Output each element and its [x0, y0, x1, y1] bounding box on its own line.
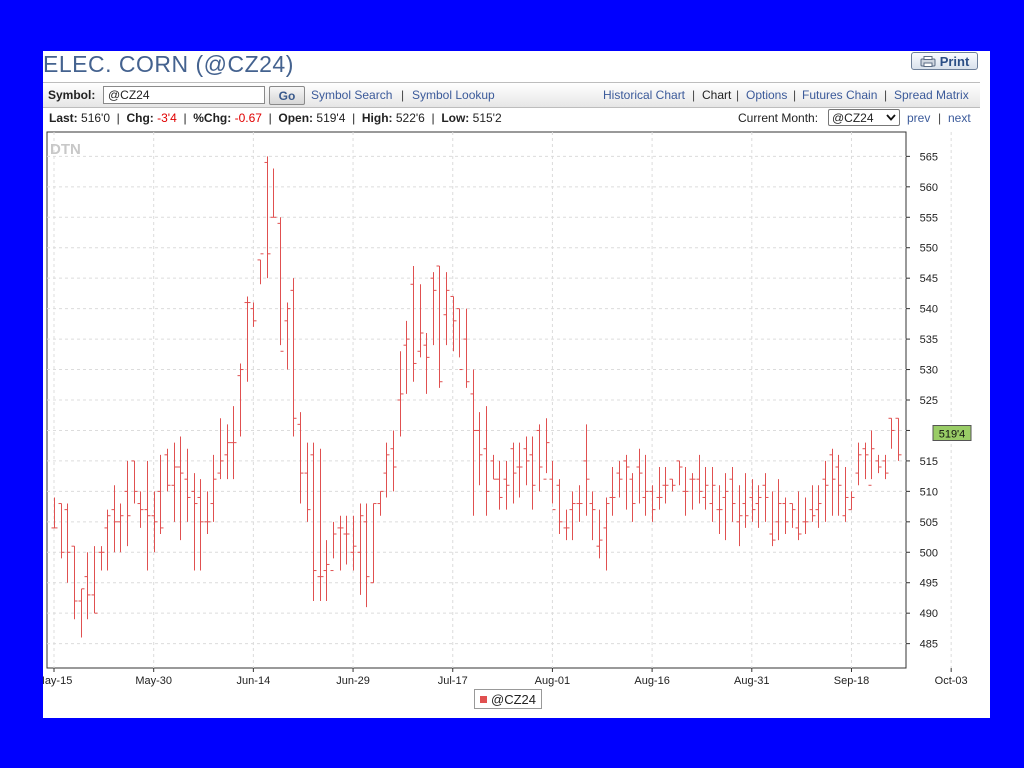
legend-swatch: [480, 695, 487, 703]
y-axis: 485 490 495 500 505 510 515 525 530 535 540 545 550 5…: [906, 151, 938, 651]
futures-chain-link[interactable]: Futures Chain: [802, 88, 877, 102]
historical-chart-link[interactable]: Historical Chart: [603, 88, 685, 102]
y-tick-label: 545: [920, 273, 938, 285]
y-tick-label: 530: [920, 365, 938, 377]
last-price-label: 519'4: [939, 429, 966, 441]
x-tick-label: Aug-31: [734, 675, 769, 687]
go-button[interactable]: Go: [269, 86, 305, 105]
current-month-value: @CZ24: [832, 110, 874, 125]
x-tick-label: Jun-29: [336, 675, 370, 687]
chg-label: Chg:: [126, 111, 154, 125]
separator: |: [938, 111, 942, 125]
open-value: 519'4: [316, 111, 346, 125]
current-month-label: Current Month:: [738, 111, 819, 125]
print-label: Print: [939, 53, 970, 69]
high-value: 522'6: [395, 111, 425, 125]
pchg-value: -0.67: [234, 111, 262, 125]
last-label: Last:: [49, 111, 78, 125]
next-link[interactable]: next: [948, 111, 971, 125]
app-frame: ELEC. CORN (@CZ24) Print Symbol: @CZ24 G…: [43, 51, 990, 718]
pchg-label: %Chg:: [193, 111, 232, 125]
separator: |: [401, 88, 405, 102]
prev-link[interactable]: prev: [907, 111, 930, 125]
y-tick-label: 555: [920, 212, 938, 224]
y-tick-label: 500: [920, 547, 938, 559]
spread-matrix-link[interactable]: Spread Matrix: [894, 88, 969, 102]
current-month-select[interactable]: @CZ24: [828, 109, 900, 126]
chevron-down-icon: [886, 114, 896, 121]
y-tick-label: 560: [920, 182, 938, 194]
x-tick-label: Oct-03: [935, 675, 968, 687]
last-price-marker: 519'4: [932, 425, 972, 441]
x-tick-label: May-15: [43, 675, 72, 687]
print-button[interactable]: Print: [911, 52, 978, 70]
x-tick-label: Jun-14: [237, 675, 271, 687]
separator: |: [736, 88, 740, 102]
low-value: 515'2: [472, 111, 502, 125]
y-tick-label: 535: [920, 334, 938, 346]
y-tick-label: 515: [920, 456, 938, 468]
x-tick-label: Aug-16: [634, 675, 669, 687]
y-tick-label: 505: [920, 517, 938, 529]
legend: @CZ24: [474, 689, 542, 709]
x-tick-label: Aug-01: [535, 675, 570, 687]
quote-bar: Last: 516'0 | Chg: -3'4 | %Chg: -0.67 | …: [43, 109, 980, 129]
page-title: ELEC. CORN (@CZ24): [43, 51, 294, 77]
printer-icon: [920, 55, 936, 67]
options-link[interactable]: Options: [746, 88, 787, 102]
x-tick-label: Jul-17: [438, 675, 468, 687]
low-label: Low:: [441, 111, 470, 125]
y-tick-label: 565: [920, 151, 938, 163]
quote-summary: Last: 516'0 | Chg: -3'4 | %Chg: -0.67 | …: [49, 111, 502, 125]
separator: |: [692, 88, 696, 102]
separator: |: [884, 88, 888, 102]
chg-value: -3'4: [157, 111, 177, 125]
y-tick-label: 510: [920, 486, 938, 498]
y-tick-label: 490: [920, 608, 938, 620]
high-label: High:: [361, 111, 393, 125]
x-tick-label: May-30: [135, 675, 172, 687]
last-value: 516'0: [81, 111, 111, 125]
y-tick-label: 495: [920, 578, 938, 590]
open-label: Open:: [278, 111, 314, 125]
y-tick-label: 525: [920, 395, 938, 407]
x-axis: May-15 May-30 Jun-14 Jun-29 Jul-17 Aug-01 Aug-…: [43, 668, 968, 687]
price-chart: DTN 485 490 495 500 505 510 515 525 530 535 540 545…: [43, 131, 972, 687]
y-tick-label: 485: [920, 639, 938, 651]
y-tick-label: 540: [920, 304, 938, 316]
y-tick-label: 550: [920, 243, 938, 255]
symbol-input[interactable]: @CZ24: [103, 86, 265, 104]
legend-label: @CZ24: [491, 691, 536, 707]
symbol-label: Symbol:: [48, 88, 96, 102]
chart-link[interactable]: Chart: [702, 88, 731, 102]
dtn-watermark: DTN: [50, 141, 81, 158]
symbol-lookup-link[interactable]: Symbol Lookup: [412, 88, 495, 102]
symbol-search-link[interactable]: Symbol Search: [311, 88, 392, 102]
x-tick-label: Sep-18: [834, 675, 869, 687]
separator: |: [793, 88, 797, 102]
symbol-bar: Symbol: @CZ24 Go Symbol Search | Symbol …: [43, 82, 980, 108]
